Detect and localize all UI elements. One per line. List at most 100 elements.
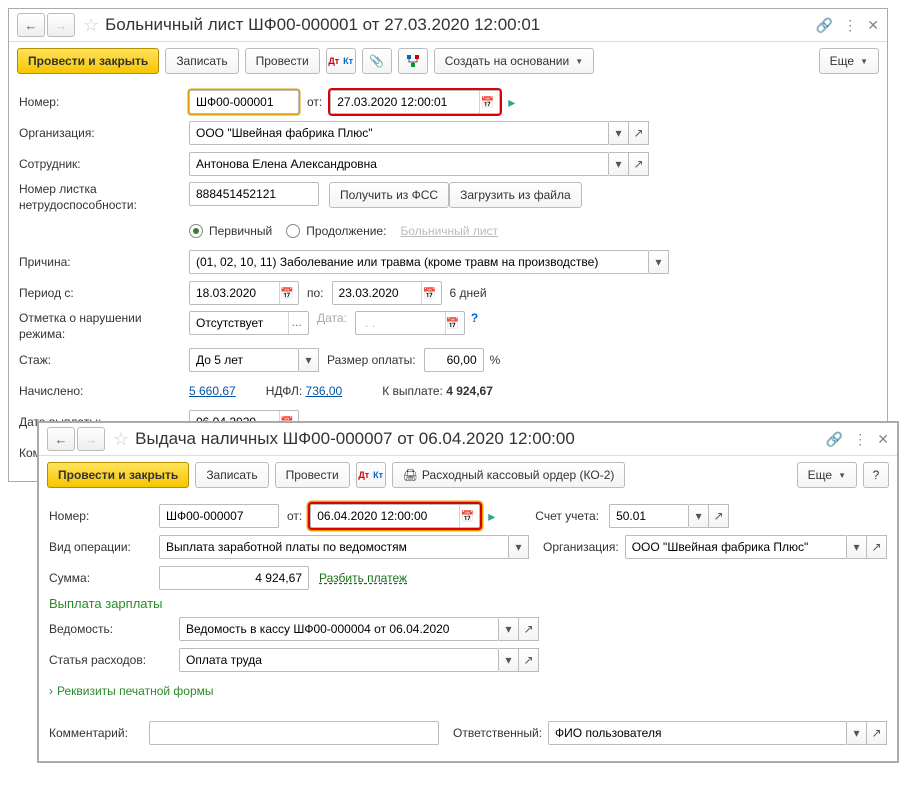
reason-input[interactable]	[194, 252, 644, 272]
date-input[interactable]	[335, 92, 479, 112]
favorite-star-icon[interactable]: ☆	[83, 15, 99, 36]
status-ok-icon[interactable]: ▸	[508, 94, 515, 111]
calendar-icon[interactable]: 📅	[421, 282, 436, 304]
number-input-wrap	[189, 90, 299, 114]
more-button[interactable]: Еще▼	[819, 48, 879, 74]
print-ko2-button[interactable]: 🖨Расходный кассовый ордер (КО-2)	[392, 462, 626, 488]
load-file-button[interactable]: Загрузить из файла	[449, 182, 582, 208]
dropdown-icon[interactable]: ▾	[499, 648, 519, 672]
menu-icon[interactable]: ⋮	[853, 431, 867, 448]
expand-icon[interactable]: ›	[49, 684, 53, 698]
help-icon[interactable]: ?	[471, 311, 478, 325]
dropdown-icon[interactable]: ▾	[847, 535, 867, 559]
statement-input[interactable]	[184, 619, 494, 639]
sick-list-link: Больничный лист	[400, 224, 498, 238]
dropdown-icon[interactable]: ▾	[509, 535, 529, 559]
seniority-label: Стаж:	[19, 353, 189, 367]
help-button[interactable]: ?	[863, 462, 889, 488]
seniority-input[interactable]	[194, 350, 294, 370]
sheet-no-label: Номер листка нетрудоспособности:	[19, 182, 189, 213]
dt-kt-button[interactable]: ДтКт	[356, 462, 386, 488]
to-pay-label: К выплате:	[382, 384, 443, 398]
dt-kt-button[interactable]: ДтКт	[326, 48, 356, 74]
calendar-icon[interactable]: 📅	[445, 312, 460, 334]
nav-back-button[interactable]: ←	[17, 13, 45, 37]
post-button[interactable]: Провести	[275, 462, 350, 488]
org-input[interactable]	[194, 123, 604, 143]
print-details-link[interactable]: Реквизиты печатной формы	[57, 684, 214, 698]
open-ref-icon[interactable]: ↗	[709, 504, 729, 528]
responsible-input[interactable]	[553, 723, 842, 743]
dropdown-icon[interactable]: ▾	[499, 617, 519, 641]
account-label: Счет учета:	[535, 509, 599, 523]
nav-back-button[interactable]: ←	[47, 427, 75, 451]
create-based-button[interactable]: Создать на основании▼	[434, 48, 594, 74]
structure-icon[interactable]	[398, 48, 428, 74]
open-ref-icon[interactable]: ↗	[867, 535, 887, 559]
dropdown-icon[interactable]: ▾	[299, 348, 319, 372]
post-and-close-button[interactable]: Провести и закрыть	[47, 462, 189, 488]
open-ref-icon[interactable]: ↗	[519, 648, 539, 672]
toolbar: Провести и закрыть Записать Провести ДтК…	[9, 42, 887, 80]
op-type-input[interactable]	[164, 537, 504, 557]
open-ref-icon[interactable]: ↗	[629, 121, 649, 145]
number-input[interactable]	[194, 92, 294, 112]
more-button[interactable]: Еще▼	[797, 462, 857, 488]
open-ref-icon[interactable]: ↗	[867, 721, 887, 745]
dropdown-icon[interactable]: ▾	[689, 504, 709, 528]
continuation-radio-label: Продолжение:	[306, 224, 386, 238]
employee-select: ▾ ↗	[189, 152, 649, 176]
date-input[interactable]	[315, 506, 459, 526]
pay-rate-input[interactable]	[429, 350, 479, 370]
sick-leave-window: ← → ☆ Больничный лист ШФ00-000001 от 27.…	[8, 8, 888, 482]
write-button[interactable]: Записать	[165, 48, 238, 74]
split-payment-link[interactable]: Разбить платеж	[319, 571, 407, 585]
form-body: Номер: от: 📅 ▸ Организация: ▾ ↗ Сотрудни…	[9, 80, 887, 481]
link-icon[interactable]: 🔗	[816, 17, 833, 34]
sheet-no-input[interactable]	[194, 184, 314, 204]
dropdown-icon[interactable]: ▾	[609, 121, 629, 145]
post-button[interactable]: Провести	[245, 48, 320, 74]
violation-input[interactable]	[194, 313, 288, 333]
nav-forward-button[interactable]: →	[77, 427, 105, 451]
org-input[interactable]	[630, 537, 842, 557]
number-input[interactable]	[164, 506, 274, 526]
from-label: от:	[299, 95, 330, 109]
primary-radio[interactable]: Первичный	[189, 224, 272, 238]
period-to-input[interactable]	[337, 283, 422, 303]
period-from-input[interactable]	[194, 283, 279, 303]
account-input[interactable]	[614, 506, 684, 526]
link-icon[interactable]: 🔗	[826, 431, 843, 448]
write-button[interactable]: Записать	[195, 462, 268, 488]
calendar-icon[interactable]: 📅	[479, 91, 495, 113]
more-label: Еще	[808, 468, 832, 482]
post-and-close-button[interactable]: Провести и закрыть	[17, 48, 159, 74]
close-icon[interactable]: ✕	[867, 17, 879, 34]
menu-icon[interactable]: ⋮	[843, 17, 857, 34]
dropdown-icon[interactable]: ▾	[609, 152, 629, 176]
nav-forward-button[interactable]: →	[47, 13, 75, 37]
op-type-label: Вид операции:	[49, 540, 159, 554]
calendar-icon[interactable]: 📅	[459, 505, 475, 527]
favorite-star-icon[interactable]: ☆	[113, 429, 129, 450]
ellipsis-icon[interactable]: …	[288, 312, 304, 334]
dropdown-icon[interactable]: ▾	[649, 250, 669, 274]
responsible-label: Ответственный:	[453, 726, 542, 740]
sum-input[interactable]	[164, 568, 304, 588]
comment-input[interactable]	[154, 723, 434, 743]
expense-item-input[interactable]	[184, 650, 494, 670]
calendar-icon[interactable]: 📅	[279, 282, 294, 304]
attach-icon[interactable]: 📎	[362, 48, 392, 74]
viol-date-input[interactable]	[360, 313, 445, 333]
close-icon[interactable]: ✕	[877, 431, 889, 448]
sum-label: Сумма:	[49, 571, 159, 585]
status-ok-icon[interactable]: ▸	[488, 508, 495, 525]
get-fss-button[interactable]: Получить из ФСС	[329, 182, 449, 208]
dropdown-icon[interactable]: ▾	[847, 721, 867, 745]
accrued-link[interactable]: 5 660,67	[189, 384, 236, 398]
ndfl-link[interactable]: 736,00	[306, 384, 343, 398]
open-ref-icon[interactable]: ↗	[629, 152, 649, 176]
employee-input[interactable]	[194, 154, 604, 174]
continuation-radio[interactable]: Продолжение:	[286, 224, 386, 238]
open-ref-icon[interactable]: ↗	[519, 617, 539, 641]
